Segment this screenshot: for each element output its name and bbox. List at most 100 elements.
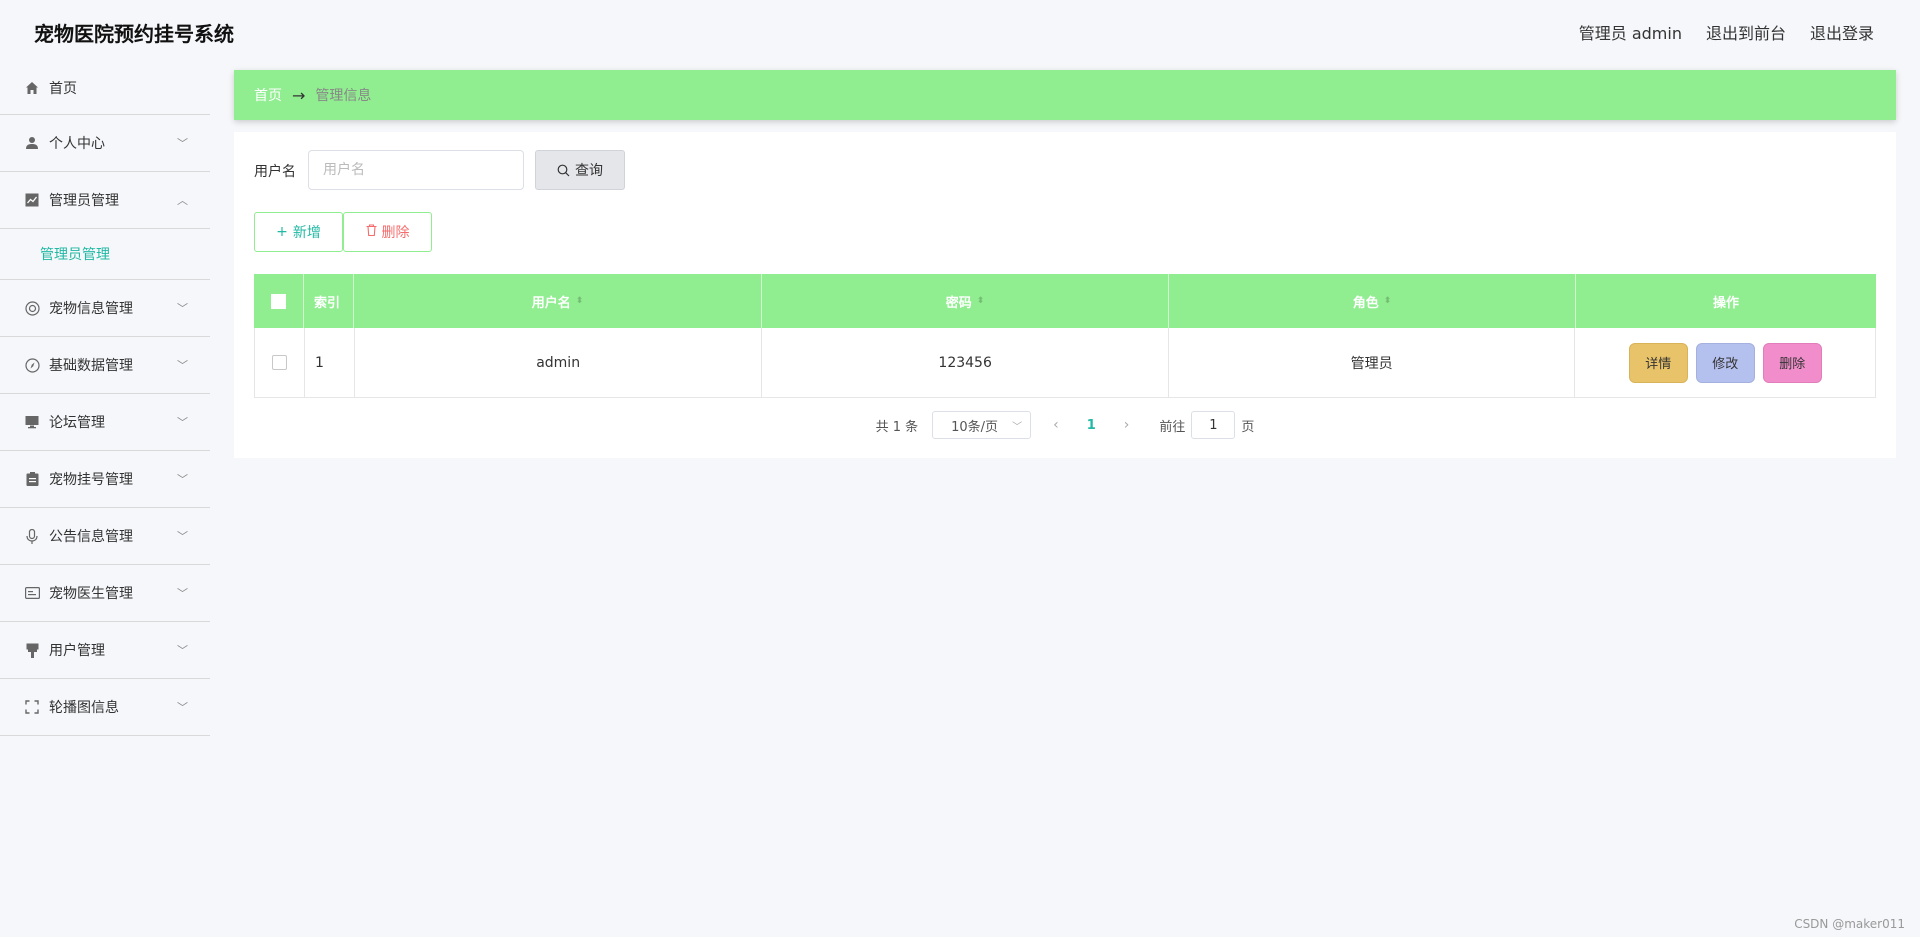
cell-password: 123456 [762,328,1169,397]
search-button[interactable]: 查询 [535,150,625,190]
sidebar-item-label: 基础数据管理 [49,358,133,374]
compass-icon [24,357,40,373]
submenu-item-admin-management[interactable]: 管理员管理 [40,244,110,264]
brush-icon [24,642,40,658]
home-icon [24,80,40,96]
batch-delete-button[interactable]: 删除 [343,212,432,252]
front-page-link[interactable]: 退出到前台 [1706,20,1786,44]
goto-suffix: 页 [1241,419,1255,435]
prev-page-icon[interactable]: ‹ [1053,417,1059,433]
column-header-role[interactable]: 角色 ⬍ [1169,274,1576,328]
column-header-password[interactable]: 密码 ⬍ [762,274,1169,328]
cell-role: 管理员 [1169,328,1576,397]
sort-icon[interactable]: ⬍ [1384,296,1392,306]
sidebar-item-basic-data[interactable]: 基础数据管理 ﹀ [0,337,210,394]
submenu-admin-management: 管理员管理 [0,229,210,280]
sidebar-item-label: 论坛管理 [49,415,105,431]
sidebar-item-personal-center[interactable]: 个人中心 ﹀ [0,115,210,172]
detail-button[interactable]: 详情 [1628,342,1688,383]
add-button-label: 新增 [292,225,321,241]
chevron-down-icon: ﹀ [177,137,188,150]
chevron-down-icon: ﹀ [177,701,188,714]
admin-table: 索引 用户名 ⬍ 密码 ⬍ 角色 ⬍ 操作 1 admin 123456 管理员 详情… [254,274,1876,398]
app-title: 宠物医院预约挂号系统 [34,22,234,46]
search-icon [557,164,570,176]
breadcrumb-home-link[interactable]: 首页 [254,85,282,105]
sidebar-item-home[interactable]: 首页 [0,62,210,115]
breadcrumb-arrow: → [292,85,306,105]
chevron-down-icon: ﹀ [177,587,188,600]
search-label: 用户名 [254,164,296,180]
sidebar: 首页 个人中心 ﹀ 管理员管理 ︿ 管理员管理 宠物信息管理 ﹀ 基础数据管理 … [0,62,210,937]
column-header-ops: 操作 [1712,295,1739,311]
sidebar-item-announcement[interactable]: 公告信息管理 ﹀ [0,508,210,565]
table-row: 1 admin 123456 管理员 详情 修改 删除 [254,328,1876,398]
clipboard-icon [24,471,40,487]
column-header-index: 索引 [304,274,354,328]
search-button-label: 查询 [575,163,603,179]
cell-actions: 详情 修改 删除 [1575,328,1875,397]
watermark: CSDN @maker011 [1794,917,1905,931]
chart-icon [24,192,40,208]
batch-delete-button-label: 删除 [381,225,410,241]
header-select-all[interactable] [254,274,304,328]
sidebar-item-pet-info[interactable]: 宠物信息管理 ﹀ [0,280,210,337]
add-button[interactable]: + 新增 [254,212,343,252]
page-number-current[interactable]: 1 [1087,418,1096,433]
sidebar-item-user-management[interactable]: 用户管理 ﹀ [0,622,210,679]
chevron-down-icon: ﹀ [177,416,188,429]
sidebar-item-pet-registration[interactable]: 宠物挂号管理 ﹀ [0,451,210,508]
chevron-down-icon: ﹀ [177,644,188,657]
sidebar-item-pet-doctor[interactable]: 宠物医生管理 ﹀ [0,565,210,622]
header-links: 管理员 admin 退出到前台 退出登录 [1579,20,1874,44]
chevron-down-icon: ﹀ [177,530,188,543]
sidebar-item-label: 宠物挂号管理 [49,472,133,488]
breadcrumb: 首页 → 管理信息 [234,70,1896,120]
table-header: 索引 用户名 ⬍ 密码 ⬍ 角色 ⬍ 操作 [254,274,1876,328]
sidebar-item-label: 轮播图信息 [49,700,119,716]
cell-index: 1 [305,328,355,397]
chevron-down-icon: ﹀ [177,302,188,315]
trash-icon [366,224,377,240]
sidebar-item-label: 个人中心 [49,136,105,152]
content-panel: 用户名 查询 + 新增 删除 索引 用户名⬍ 密码⬍ 角色⬍ 操作 1 admi… [234,132,1896,458]
cell-username: admin [355,328,763,397]
sidebar-item-forum[interactable]: 论坛管理 ﹀ [0,394,210,451]
monitor-icon [24,414,40,430]
breadcrumb-current: 管理信息 [315,88,372,104]
row-delete-button[interactable]: 删除 [1762,342,1822,383]
sidebar-item-label: 公告信息管理 [49,529,133,545]
row-select-cell[interactable] [255,328,305,397]
page-size-value: 10条/页 [951,419,999,435]
column-header-username[interactable]: 用户名 ⬍ [354,274,762,328]
sort-icon[interactable]: ⬍ [977,296,985,306]
sidebar-item-label: 首页 [49,81,77,97]
user-icon [24,135,40,151]
chevron-down-icon: ﹀ [1012,421,1023,433]
sidebar-item-label: 管理员管理 [49,193,119,209]
current-user-label: 管理员 admin [1578,24,1682,43]
page-size-select[interactable]: 10条/页 ﹀ [932,411,1032,439]
id-card-icon [24,585,40,601]
goto-prefix: 前往 [1159,419,1186,435]
goto-page-input[interactable] [1191,411,1236,439]
next-page-icon[interactable]: › [1124,417,1130,433]
chevron-down-icon: ﹀ [177,473,188,486]
pagination-total: 共 1 条 [875,419,919,435]
target-icon [24,300,40,316]
top-header: 宠物医院预约挂号系统 管理员 admin 退出到前台 退出登录 [0,0,1920,62]
sidebar-item-carousel[interactable]: 轮播图信息 ﹀ [0,679,210,736]
fullscreen-icon [24,699,40,715]
select-all-checkbox[interactable] [271,293,286,309]
row-checkbox[interactable] [271,355,287,370]
edit-button[interactable]: 修改 [1695,342,1755,383]
plus-icon: + [276,224,288,240]
sidebar-item-label: 宠物医生管理 [49,586,133,602]
username-search-input[interactable] [308,150,524,190]
sidebar-item-label: 宠物信息管理 [49,301,133,317]
sidebar-item-admin-management[interactable]: 管理员管理 ︿ [0,172,210,229]
pagination: 共 1 条 10条/页 ﹀ ‹ 1 › 前往 页 [234,410,1896,440]
logout-link[interactable]: 退出登录 [1810,20,1874,44]
microphone-icon [24,528,40,544]
sort-icon[interactable]: ⬍ [576,296,584,306]
